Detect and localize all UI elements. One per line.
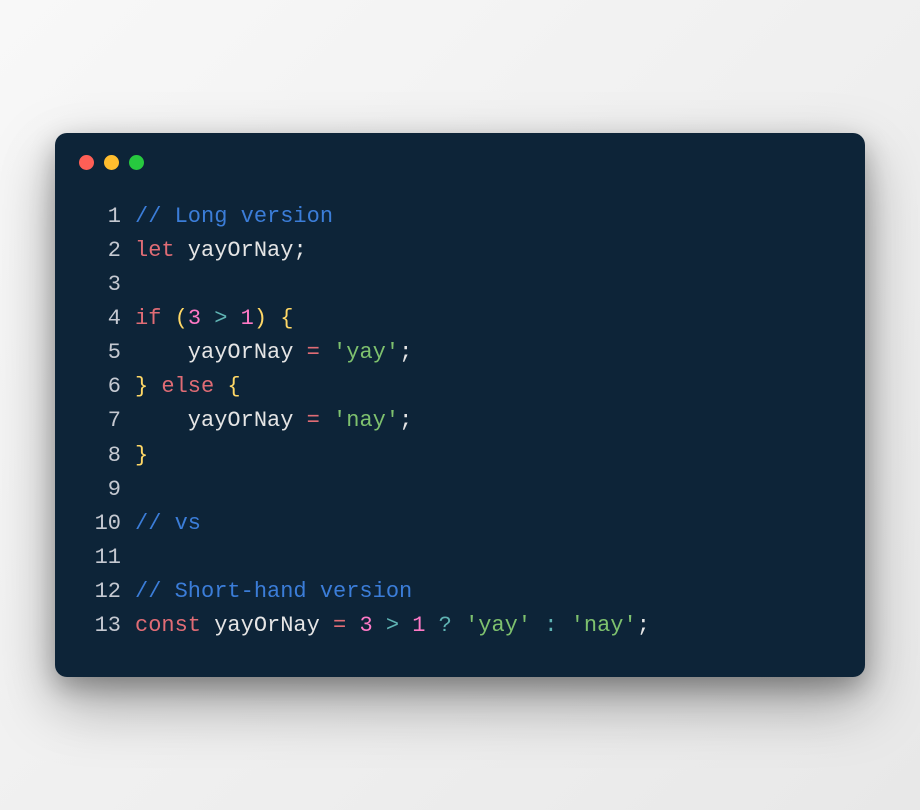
line-content: yayOrNay = 'nay'; (135, 404, 841, 438)
code-token: > (201, 306, 241, 331)
code-line: 2 let yayOrNay; (79, 234, 841, 268)
code-token: yayOrNay (135, 340, 307, 365)
code-token: ; (399, 408, 412, 433)
code-token: } (135, 443, 148, 468)
line-number: 4 (79, 302, 121, 336)
line-content (135, 473, 841, 507)
code-token: = (307, 340, 320, 365)
code-token: 'nay' (571, 613, 637, 638)
line-number: 10 (79, 507, 121, 541)
code-line: 9 (79, 473, 841, 507)
line-number: 7 (79, 404, 121, 438)
code-token (346, 613, 359, 638)
code-token: // Long version (135, 204, 333, 229)
line-number: 2 (79, 234, 121, 268)
code-token: const (135, 613, 201, 638)
line-content: const yayOrNay = 3 > 1 ? 'yay' : 'nay'; (135, 609, 841, 643)
code-line: 5 yayOrNay = 'yay'; (79, 336, 841, 370)
code-token: // Short-hand version (135, 579, 412, 604)
code-token: ? (425, 613, 465, 638)
code-line: 11 (79, 541, 841, 575)
code-token: { (227, 374, 240, 399)
code-window: 1 // Long version 2 let yayOrNay; 3 4 if (3 >… (55, 133, 865, 677)
code-line: 7 yayOrNay = 'nay'; (79, 404, 841, 438)
code-token: { (280, 306, 293, 331)
line-content: // Short-hand version (135, 575, 841, 609)
line-number: 13 (79, 609, 121, 643)
code-line: 3 (79, 268, 841, 302)
code-token: ; (637, 613, 650, 638)
code-line: 6} else { (79, 370, 841, 404)
code-token: yayOrNay (175, 238, 294, 263)
code-token: : (531, 613, 571, 638)
line-content: // vs (135, 507, 841, 541)
window-titlebar (55, 133, 865, 180)
code-token: // vs (135, 511, 201, 536)
code-token: 'yay' (333, 340, 399, 365)
code-token: 3 (359, 613, 372, 638)
code-token: ; (293, 238, 306, 263)
code-token (148, 374, 161, 399)
code-token (214, 374, 227, 399)
code-token: 1 (241, 306, 254, 331)
line-content: let yayOrNay; (135, 234, 841, 268)
close-icon[interactable] (79, 155, 94, 170)
code-line: 12 // Short-hand version (79, 575, 841, 609)
code-line: 4 if (3 > 1) { (79, 302, 841, 336)
code-token: else (161, 374, 214, 399)
code-token: 'nay' (333, 408, 399, 433)
code-token: 1 (412, 613, 425, 638)
code-line: 8} (79, 439, 841, 473)
code-token: = (333, 613, 346, 638)
code-token: } (135, 374, 148, 399)
code-line: 1 // Long version (79, 200, 841, 234)
code-token (161, 306, 174, 331)
line-number: 1 (79, 200, 121, 234)
code-token: ; (399, 340, 412, 365)
code-token: 'yay' (465, 613, 531, 638)
line-content: if (3 > 1) { (135, 302, 841, 336)
code-token: > (373, 613, 413, 638)
line-number: 9 (79, 473, 121, 507)
line-number: 12 (79, 575, 121, 609)
line-content: } (135, 439, 841, 473)
code-token: yayOrNay (201, 613, 333, 638)
code-token: ( (175, 306, 188, 331)
code-token (320, 340, 333, 365)
code-token: yayOrNay (135, 408, 307, 433)
code-line: 10 // vs (79, 507, 841, 541)
line-content: } else { (135, 370, 841, 404)
line-number: 5 (79, 336, 121, 370)
line-number: 3 (79, 268, 121, 302)
code-token: let (135, 238, 175, 263)
line-number: 8 (79, 439, 121, 473)
code-token: = (307, 408, 320, 433)
line-number: 11 (79, 541, 121, 575)
line-content (135, 541, 841, 575)
code-token (320, 408, 333, 433)
minimize-icon[interactable] (104, 155, 119, 170)
code-token: ) (254, 306, 267, 331)
code-area: 1 // Long version 2 let yayOrNay; 3 4 if (3 >… (55, 180, 865, 677)
code-token: 3 (188, 306, 201, 331)
code-token (267, 306, 280, 331)
code-token: if (135, 306, 161, 331)
line-content: // Long version (135, 200, 841, 234)
line-content: yayOrNay = 'yay'; (135, 336, 841, 370)
code-line: 13const yayOrNay = 3 > 1 ? 'yay' : 'nay'… (79, 609, 841, 643)
maximize-icon[interactable] (129, 155, 144, 170)
line-number: 6 (79, 370, 121, 404)
line-content (135, 268, 841, 302)
